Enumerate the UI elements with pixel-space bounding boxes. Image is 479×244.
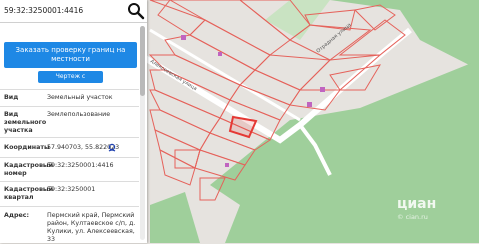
location-pin-icon[interactable] <box>107 143 117 153</box>
address-value: Пермский край, Пермский район, Култаевск… <box>47 212 136 243</box>
search-bar <box>0 0 147 23</box>
land-use-label: Вид земельного участка <box>4 111 47 134</box>
order-boundary-check-button[interactable]: Заказать проверку границ на местности <box>4 42 137 68</box>
land-use-value: Землепользование <box>47 111 111 118</box>
watermark-logo: циан <box>397 196 437 212</box>
coords-label: Координаты <box>4 144 50 151</box>
building <box>320 87 325 92</box>
building <box>225 163 229 167</box>
info-row-type: Вид Земельный участок <box>0 89 139 107</box>
info-row-address: Адрес: Пермский край, Пермский район, Ку… <box>0 206 139 244</box>
search-input[interactable] <box>2 2 126 19</box>
panel-scrollbar[interactable] <box>140 26 145 240</box>
type-label: Вид <box>4 94 19 101</box>
cad-number-label: Кадастровый номер <box>4 162 54 177</box>
watermark-caption: © cian.ru <box>397 213 428 221</box>
address-label: Адрес: <box>4 212 29 219</box>
cad-number-value: 59:32:3250001:4416 <box>47 162 114 169</box>
cad-quarter-value: 59:32:3250001 <box>47 186 96 193</box>
info-panel: Заказать проверку границ на местности Че… <box>0 0 147 243</box>
info-row-coords: Координаты 57.940703, 55.822023 <box>0 137 139 158</box>
building <box>181 35 186 40</box>
coords-value[interactable]: 57.940703, 55.822023 <box>47 144 137 152</box>
cad-quarter-label: Кадастровый квартал <box>4 186 54 201</box>
order-boundary-check-label: Заказать проверку границ на местности <box>15 46 126 63</box>
info-row-land-use: Вид земельного участка Землепользование <box>0 106 139 138</box>
search-icon <box>128 3 145 20</box>
search-button[interactable] <box>126 1 146 21</box>
type-value: Земельный участок <box>47 94 113 101</box>
info-row-cad-number: Кадастровый номер 59:32:3250001:4416 <box>0 157 139 182</box>
building <box>218 52 222 56</box>
info-row-cad-quarter: Кадастровый квартал 59:32:3250001 <box>0 181 139 207</box>
scrollbar-thumb[interactable] <box>140 26 145 96</box>
dimensions-drawing-button[interactable]: Чертеж с размерами <box>38 71 103 92</box>
building <box>307 102 312 107</box>
